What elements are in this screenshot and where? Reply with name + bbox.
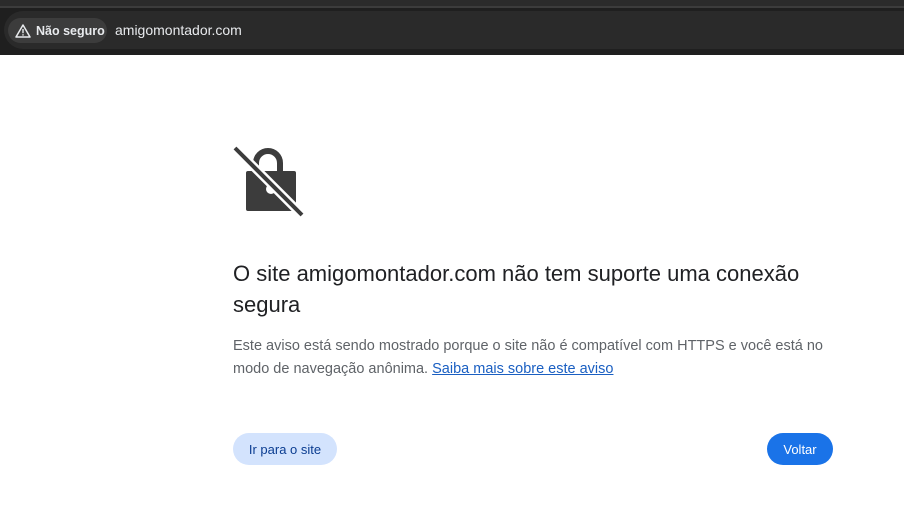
page-title: O site amigomontador.com não tem suporte… [233,261,800,317]
lock-off-icon [232,145,304,217]
url-text[interactable]: amigomontador.com [115,22,242,38]
warning-message: Este aviso está sendo mostrado porque o … [233,335,838,381]
security-chip[interactable]: Não seguro [8,18,107,43]
tab-strip [0,0,904,8]
warning-icon [15,23,31,38]
proceed-button[interactable]: Ir para o site [233,433,337,465]
security-chip-label: Não seguro [36,23,105,38]
learn-more-link[interactable]: Saiba mais sobre este aviso [432,361,613,377]
back-button[interactable]: Voltar [767,433,833,465]
